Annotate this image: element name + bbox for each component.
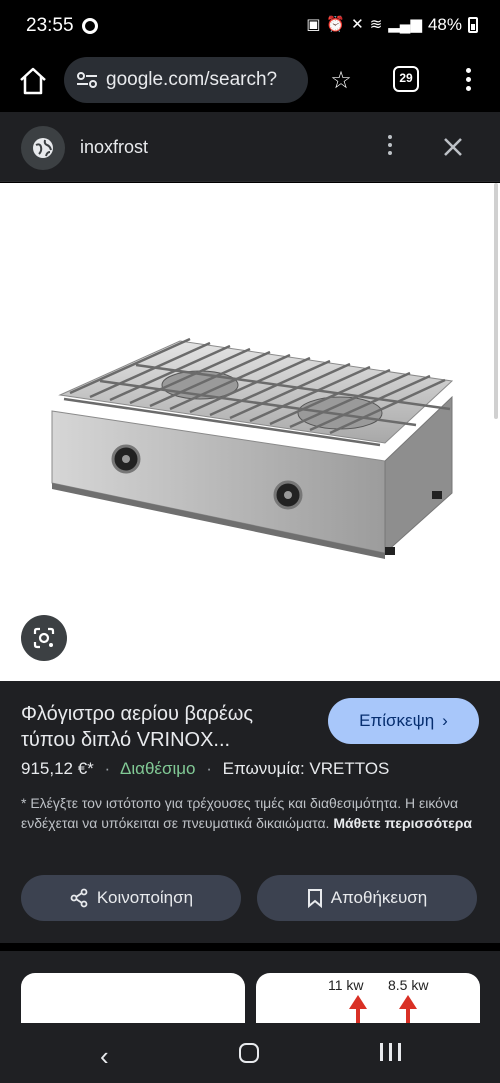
wifi-icon: ≋ [369, 16, 383, 33]
tab-switcher-button[interactable]: 29 [393, 66, 419, 92]
scrollbar[interactable] [494, 183, 498, 419]
site-settings-icon[interactable] [76, 71, 98, 89]
product-info-panel: Φλόγιστρο αερίου βαρέως τύπου διπλό VRIN… [0, 681, 500, 943]
home-nav-button[interactable] [239, 1043, 259, 1063]
lens-icon [33, 627, 55, 649]
product-title[interactable]: Φλόγιστρο αερίου βαρέως τύπου διπλό VRIN… [21, 701, 311, 753]
google-lens-button[interactable] [21, 615, 67, 661]
home-icon [20, 67, 46, 95]
browser-toolbar: google.com/search? ☆ 29 [0, 52, 500, 112]
related-thumbnail[interactable] [21, 973, 245, 1023]
mute-icon: ✕ [351, 16, 364, 33]
star-icon: ☆ [330, 67, 352, 94]
system-nav-bar: ‹ [0, 1023, 500, 1083]
alarm-icon: ⏰ [326, 16, 346, 33]
bookmark-star-button[interactable]: ☆ [326, 66, 356, 96]
arrow-up-icon [399, 995, 417, 1009]
power-label: 8.5 kw [388, 977, 429, 993]
status-icons: ▣ ⏰ ✕ ≋ ▂▄▆ 48% [306, 15, 478, 35]
site-favicon [21, 126, 65, 170]
visit-button[interactable]: Επίσκεψη › [328, 698, 479, 744]
chevron-right-icon: › [442, 711, 448, 730]
power-label: 11 kw [328, 977, 364, 993]
bookmark-icon [307, 889, 322, 908]
browser-menu-button[interactable] [456, 68, 480, 94]
recents-button[interactable] [380, 1043, 401, 1061]
learn-more-link[interactable]: Μάθετε περισσότερα [333, 815, 472, 831]
disclaimer-text: * Ελέγξτε τον ιστότοπο για τρέχουσες τιμ… [21, 793, 481, 833]
related-thumbnail[interactable]: 11 kw 8.5 kw [256, 973, 480, 1023]
status-time: 23:55 [26, 15, 74, 36]
availability-status: Διαθέσιμο [120, 759, 196, 778]
arrow-up-icon [349, 995, 367, 1009]
product-brand: Επωνυμία: VRETTOS [222, 759, 390, 778]
result-header: inoxfrost [0, 112, 500, 182]
product-image-gas-stove [51, 337, 454, 559]
url-text[interactable]: google.com/search? [106, 69, 301, 91]
signal-icon: ▂▄▆ [388, 16, 422, 33]
battery-percent: 48% [427, 15, 462, 34]
share-icon [70, 888, 88, 908]
save-button[interactable]: Αποθήκευση [257, 875, 477, 921]
globe-icon [33, 138, 53, 158]
share-label: Κοινοποίηση [96, 888, 194, 907]
status-bar: 23:55 ▣ ⏰ ✕ ≋ ▂▄▆ 48% [0, 0, 500, 52]
chrome-notification-icon [82, 18, 98, 34]
home-button[interactable] [16, 64, 50, 98]
more-options-button[interactable] [380, 135, 400, 161]
product-price: 915,12 €* [21, 759, 94, 778]
close-button[interactable] [440, 134, 466, 160]
share-button[interactable]: Κοινοποίηση [21, 875, 241, 921]
related-results: 11 kw 8.5 kw [0, 951, 500, 1023]
back-button[interactable]: ‹ [100, 1041, 109, 1072]
visit-label: Επίσκεψη [359, 711, 435, 730]
product-image-area[interactable] [0, 183, 500, 681]
address-bar[interactable]: google.com/search? [64, 57, 308, 103]
notification-icon: ▣ [306, 16, 321, 33]
battery-icon [468, 17, 478, 33]
save-label: Αποθήκευση [330, 888, 428, 907]
product-meta: 915,12 €* · Διαθέσιμο · Επωνυμία: VRETTO… [21, 759, 390, 778]
close-icon [444, 138, 462, 156]
site-name[interactable]: inoxfrost [80, 137, 148, 158]
